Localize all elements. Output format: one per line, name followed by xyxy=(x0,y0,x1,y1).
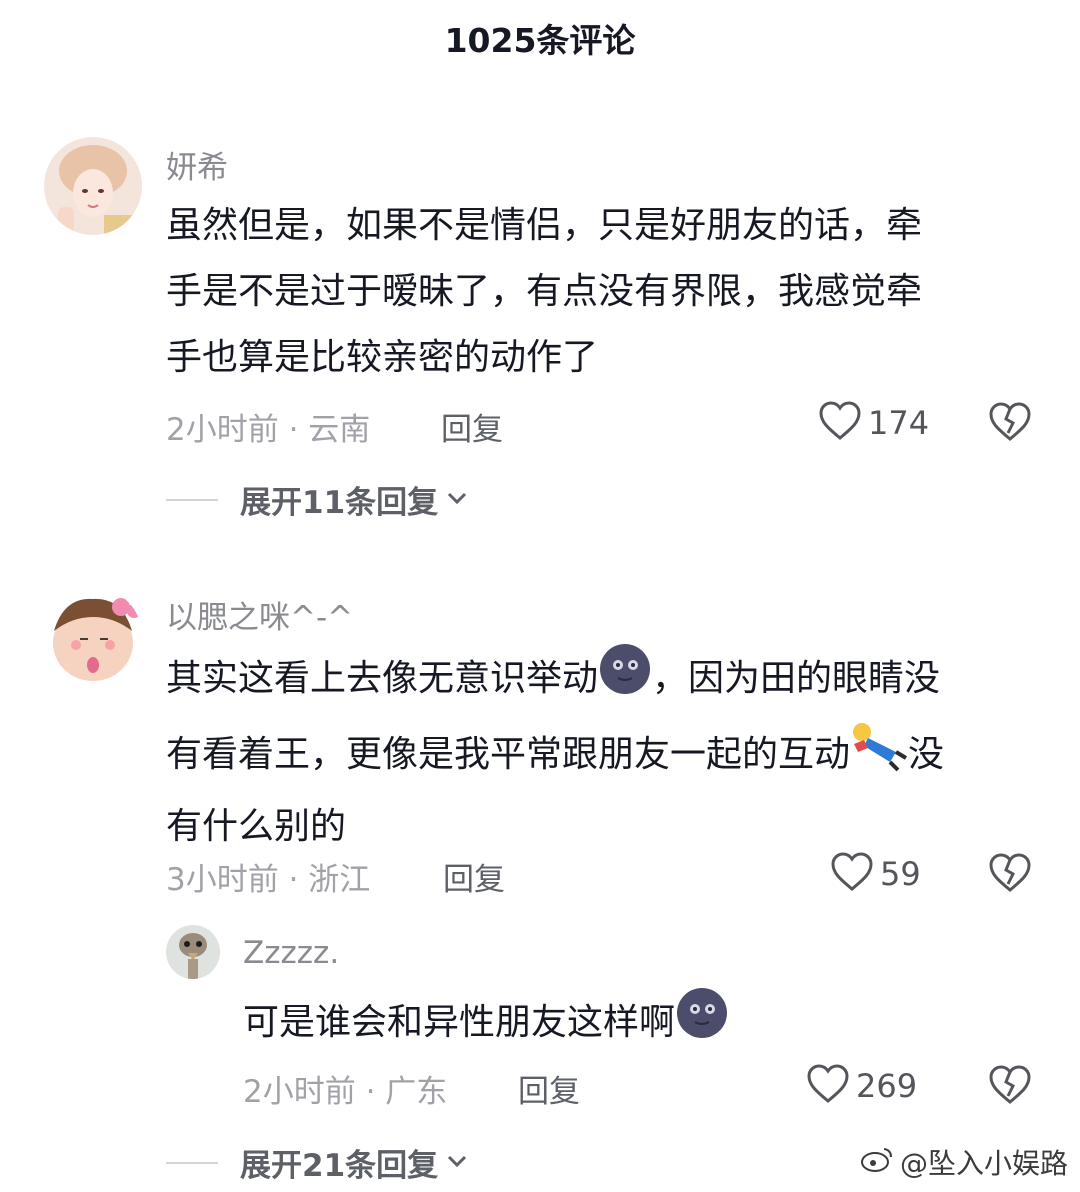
expand-replies-label: 展开11条回复 xyxy=(240,485,439,521)
weibo-logo-icon xyxy=(860,1145,894,1180)
reply-time-location: 2小时前 · 广东 xyxy=(243,1074,448,1110)
comment-text-segment: 没 xyxy=(908,734,945,775)
comment-text-segment: ，因为田的眼睛没 xyxy=(652,658,941,699)
heart-outline-icon xyxy=(806,1063,850,1109)
person-lying-emoji xyxy=(850,718,908,794)
watermark: @坠入小娱路 xyxy=(860,1142,1068,1182)
divider xyxy=(166,498,218,501)
like-count: 174 xyxy=(868,404,930,442)
broken-heart-icon xyxy=(988,853,1032,898)
moon-face-emoji xyxy=(675,986,729,1062)
comment-text-line: 虽然但是，如果不是情侣，只是好朋友的话，牵 xyxy=(166,205,923,246)
heart-outline-icon xyxy=(830,851,874,897)
reply-text-segment: 可是谁会和异性朋友这样啊 xyxy=(243,1002,676,1043)
comment-text: 虽然但是，如果不是情侣，只是好朋友的话，牵 手是不是过于暧昧了，有点没有界限，我… xyxy=(166,193,1046,391)
reply-username[interactable]: Zzzzz. xyxy=(243,935,339,971)
like-count: 269 xyxy=(856,1067,918,1105)
avatar[interactable] xyxy=(44,587,142,685)
reply-button[interactable]: 回复 xyxy=(443,854,505,899)
comment-time-location: 2小时前 · 云南 xyxy=(166,412,371,448)
comment-text-line: 有看着王，更像是我平常跟朋友一起的互动 没 xyxy=(166,718,1046,794)
like-button[interactable]: 269 xyxy=(806,1063,917,1109)
moon-face-emoji xyxy=(598,642,652,718)
reply-button[interactable]: 回复 xyxy=(441,404,503,449)
comment-time-location: 3小时前 · 浙江 xyxy=(166,862,371,898)
avatar[interactable] xyxy=(44,137,142,235)
heart-outline-icon xyxy=(818,400,862,446)
like-count: 59 xyxy=(880,855,921,893)
comment-text-line: 手是不是过于暧昧了，有点没有界限，我感觉牵 xyxy=(166,271,923,312)
dislike-button[interactable] xyxy=(988,401,1032,447)
dislike-button[interactable] xyxy=(988,1064,1032,1110)
broken-heart-icon xyxy=(988,402,1032,447)
comments-count-title: 1025条评论 xyxy=(444,21,636,60)
reply-button[interactable]: 回复 xyxy=(518,1066,580,1111)
chevron-down-icon xyxy=(446,1153,468,1173)
comment-text-line: 手也算是比较亲密的动作了 xyxy=(166,337,599,378)
dislike-button[interactable] xyxy=(988,852,1032,898)
comment-username[interactable]: 妍希 xyxy=(166,142,228,187)
broken-heart-icon xyxy=(988,1065,1032,1110)
comment-text-segment: 有看着王，更像是我平常跟朋友一起的互动 xyxy=(166,734,851,775)
expand-replies-button[interactable]: 展开11条回复 xyxy=(166,477,468,522)
watermark-text: @坠入小娱路 xyxy=(899,1147,1068,1180)
avatar[interactable] xyxy=(166,925,220,979)
comment-text-segment: 其实这看上去像无意识举动 xyxy=(166,658,599,699)
chevron-down-icon xyxy=(446,490,468,510)
expand-replies-label: 展开21条回复 xyxy=(240,1148,439,1184)
comment-text: 其实这看上去像无意识举动 ，因为田的眼睛没 有看着王，更像是我平常跟朋友一起的互动… xyxy=(166,642,1046,860)
like-button[interactable]: 174 xyxy=(818,400,929,446)
like-button[interactable]: 59 xyxy=(830,851,921,897)
reply-text: 可是谁会和异性朋友这样啊 xyxy=(243,986,1043,1062)
divider xyxy=(166,1161,218,1164)
expand-replies-button[interactable]: 展开21条回复 xyxy=(166,1140,468,1185)
comment-text-line: 其实这看上去像无意识举动 ，因为田的眼睛没 xyxy=(166,642,1046,718)
comment-username[interactable]: 以腮之咪^-^ xyxy=(166,592,353,637)
